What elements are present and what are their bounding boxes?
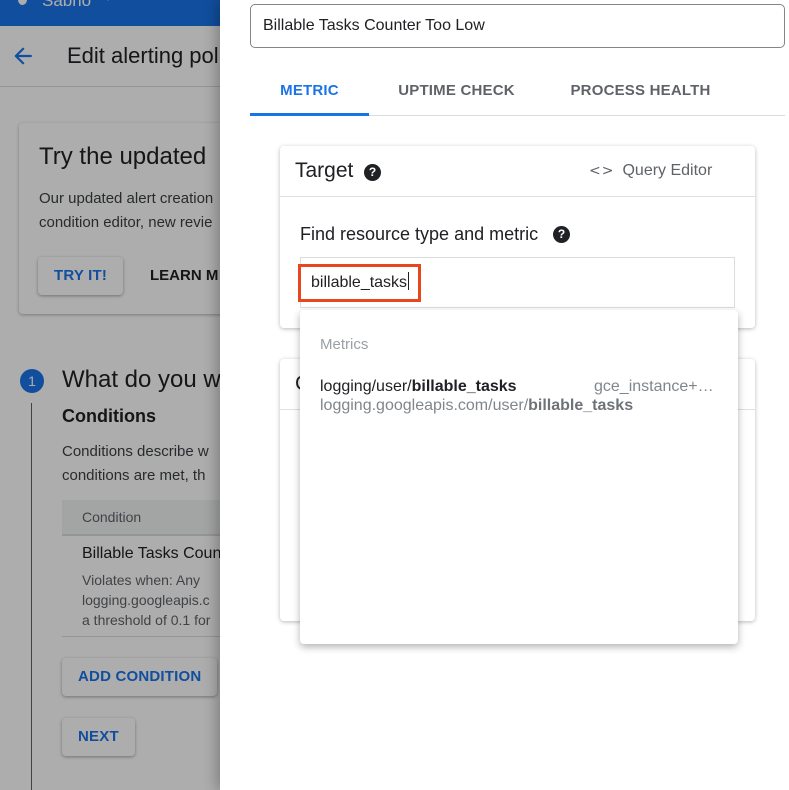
metric-name-prefix: logging/user/ [320,378,412,395]
condition-type-tabs: METRIC UPTIME CHECK PROCESS HEALTH [250,70,785,116]
dropdown-section-label: Metrics [320,336,369,353]
code-icon: <> [589,163,615,179]
dropdown-option[interactable]: logging/user/billable_tasks gce_instance… [300,374,738,418]
target-card-header: Target ? <> Query Editor [280,146,755,197]
resource-metric-search-box[interactable]: billable_tasks [298,257,735,308]
help-circle-icon[interactable]: ? [553,226,570,243]
help-circle-icon[interactable]: ? [364,164,381,181]
resource-metric-search-input[interactable]: billable_tasks [298,264,421,302]
search-input-value: billable_tasks [311,274,408,291]
condition-editor-panel: Billable Tasks Counter Too Low METRIC UP… [220,0,789,790]
text-cursor [408,272,410,291]
tab-metric[interactable]: METRIC [250,70,369,116]
query-editor-label: Query Editor [622,162,713,179]
metric-resource-type: gce_instance+… [594,378,714,395]
metric-name-match: billable_tasks [411,378,517,395]
target-title: Target [295,159,354,182]
tab-uptime-check[interactable]: UPTIME CHECK [369,70,544,115]
metric-suggestions-dropdown: Metrics logging/user/billable_tasks gce_… [300,310,738,644]
target-card: Target ? <> Query Editor Find resource ty… [280,146,755,328]
metric-path-prefix: logging.googleapis.com/user/ [320,397,529,414]
find-resource-label: Find resource type and metric [300,224,539,244]
condition-name-field[interactable]: Billable Tasks Counter Too Low [250,4,785,48]
tab-process-health[interactable]: PROCESS HEALTH [544,70,737,115]
metric-path-match: billable_tasks [528,397,634,414]
metric-full-path: logging.googleapis.com/user/billable_tas… [320,397,633,415]
query-editor-button[interactable]: <> Query Editor [589,162,712,180]
metric-display-name: logging/user/billable_tasks [320,378,517,396]
